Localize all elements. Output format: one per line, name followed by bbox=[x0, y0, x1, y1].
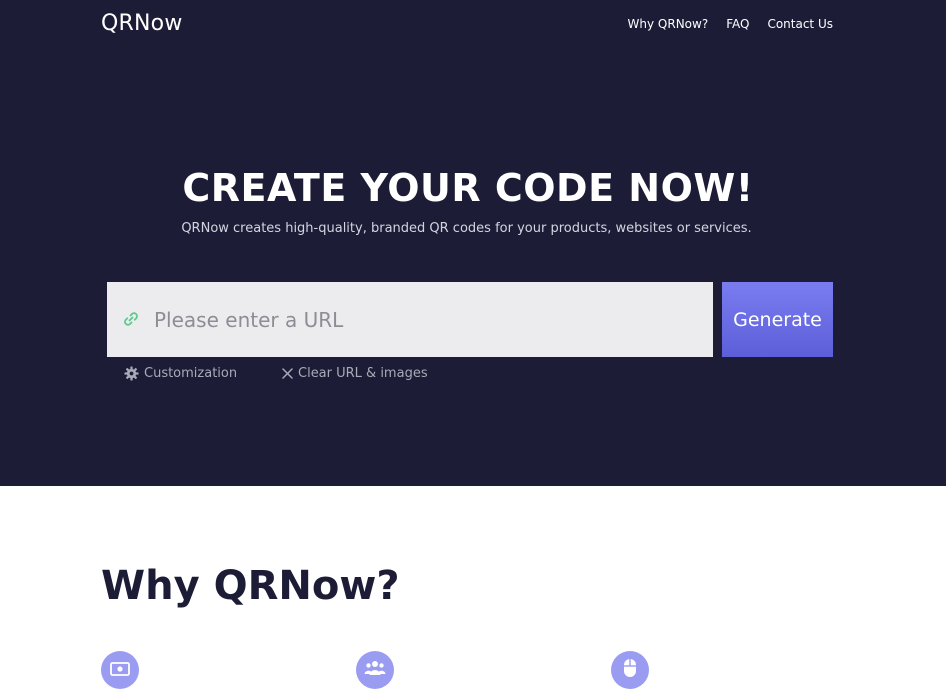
customization-toggle[interactable]: Customization bbox=[124, 366, 237, 381]
link-icon bbox=[122, 311, 140, 327]
feature-icon-users bbox=[356, 651, 394, 689]
feature-icon-mouse bbox=[611, 651, 649, 689]
money-icon bbox=[110, 661, 130, 680]
top-nav: Why QRNow? FAQ Contact Us bbox=[628, 17, 833, 31]
nav-link-why[interactable]: Why QRNow? bbox=[628, 17, 709, 31]
feature-icon-money bbox=[101, 651, 139, 689]
generate-button[interactable]: Generate bbox=[722, 282, 833, 357]
hero-title: CREATE YOUR CODE NOW! bbox=[182, 166, 754, 210]
hero-section: QRNow Why QRNow? FAQ Contact Us CREATE Y… bbox=[0, 0, 946, 486]
hero-subtitle: QRNow creates high-quality, branded QR c… bbox=[181, 221, 752, 236]
why-section-title: Why QRNow? bbox=[101, 563, 400, 609]
url-input[interactable] bbox=[150, 282, 710, 357]
nav-link-faq[interactable]: FAQ bbox=[726, 17, 749, 31]
clear-url-button[interactable]: Clear URL & images bbox=[282, 366, 428, 381]
close-icon bbox=[282, 368, 293, 379]
customization-label: Customization bbox=[144, 366, 238, 381]
clear-url-label: Clear URL & images bbox=[298, 366, 428, 381]
mouse-icon bbox=[623, 658, 637, 682]
users-icon bbox=[364, 660, 386, 680]
nav-link-contact[interactable]: Contact Us bbox=[767, 17, 833, 31]
gear-icon bbox=[124, 366, 139, 381]
logo[interactable]: QRNow bbox=[101, 11, 183, 36]
